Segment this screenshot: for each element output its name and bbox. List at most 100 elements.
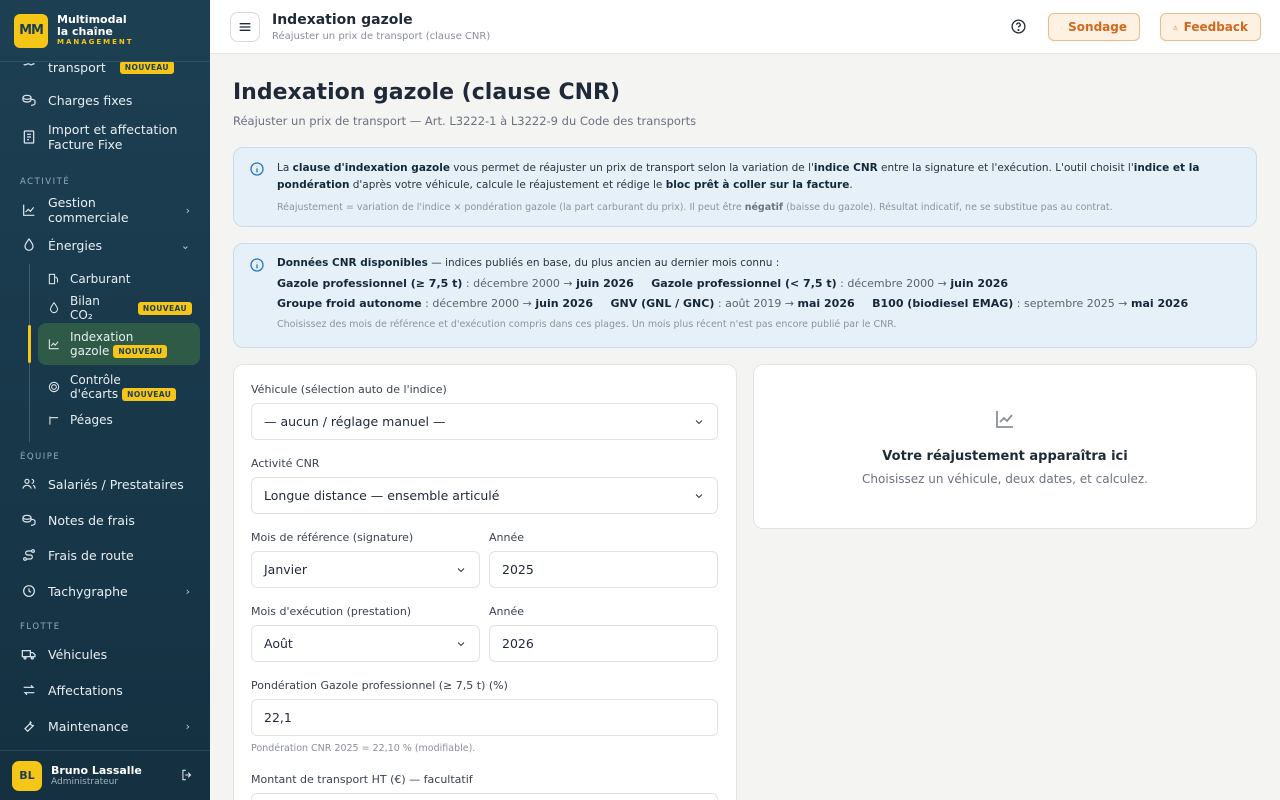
sidebar-item-label: Import et affectation bbox=[48, 122, 178, 137]
sidebar-item-label: Affectations bbox=[48, 682, 123, 698]
index-range: : août 2019 → bbox=[714, 297, 798, 311]
user-role: Administrateur bbox=[51, 776, 119, 787]
annee-exec-input[interactable]: 2026 bbox=[489, 625, 718, 662]
sondage-button[interactable]: Sondage bbox=[1048, 13, 1140, 41]
chevron-right-icon: › bbox=[185, 203, 190, 217]
sidebar-subitem-peages[interactable]: Péages bbox=[38, 408, 200, 432]
sidebar-item-label: Péages bbox=[70, 412, 113, 427]
sidebar-item-affectations[interactable]: Affectations bbox=[10, 677, 200, 703]
chevron-right-icon: › bbox=[185, 584, 190, 598]
chart-line-icon bbox=[20, 201, 38, 219]
sidebar-item-notes-frais[interactable]: Notes de frais bbox=[10, 507, 200, 533]
user-name: Bruno Lassalle bbox=[51, 763, 142, 777]
new-badge: NOUVEAU bbox=[122, 387, 177, 401]
menu-button[interactable] bbox=[230, 11, 260, 42]
brand-name-line2: la chaîne bbox=[57, 24, 113, 38]
new-badge: NOUVEAU bbox=[137, 301, 192, 315]
sidebar-subitem-controle-ecarts[interactable]: Contrôle d'écarts NOUVEAU bbox=[38, 369, 200, 405]
feedback-button[interactable]: Feedback bbox=[1160, 13, 1261, 41]
mois-ref-value: Janvier bbox=[264, 562, 307, 577]
sidebar-subitem-indexation-gazole[interactable]: Indexation gazole NOUVEAU bbox=[38, 323, 200, 365]
route-icon bbox=[20, 546, 38, 564]
logout-icon[interactable] bbox=[180, 767, 198, 785]
ponderation-value: 22,1 bbox=[264, 710, 292, 725]
brand[interactable]: MM Multimodal la chaîne MANAGEMENT bbox=[0, 0, 210, 62]
sidebar-subitem-carburant[interactable]: Carburant bbox=[38, 267, 200, 291]
sidebar-nav: transport NOUVEAU Charges fixes Import e… bbox=[0, 50, 210, 750]
info-text: . bbox=[849, 178, 853, 191]
sidebar-item-label: Facture Fixe bbox=[48, 137, 123, 152]
mois-ref-label: Mois de référence (signature) bbox=[251, 531, 414, 544]
sidebar-item-salaries[interactable]: Salariés / Prestataires bbox=[10, 471, 200, 497]
new-badge: NOUVEAU bbox=[113, 344, 168, 358]
index-last: juin 2026 bbox=[950, 276, 1009, 290]
annee-ref-input[interactable]: 2025 bbox=[489, 551, 718, 588]
sidebar-item-label: d'écarts bbox=[70, 387, 119, 401]
info-text: vous permet de réajuster un prix de tran… bbox=[449, 162, 814, 174]
annee-exec-value: 2026 bbox=[502, 636, 534, 651]
sidebar-subitem-bilan-co2[interactable]: Bilan CO₂ NOUVEAU bbox=[38, 294, 200, 322]
index-name: Groupe froid autonome bbox=[277, 297, 422, 311]
sidebar-item-label: Énergies bbox=[48, 237, 103, 253]
sidebar-item-label: Véhicules bbox=[48, 646, 108, 662]
chart-line-icon bbox=[993, 407, 1017, 435]
index-range: : septembre 2025 → bbox=[1013, 297, 1131, 311]
swap-icon bbox=[20, 681, 38, 699]
sidebar-item-label: Indexation bbox=[70, 329, 134, 344]
chevron-down-icon bbox=[693, 490, 705, 502]
user-panel: BL Bruno Lassalle Administrateur bbox=[0, 750, 210, 800]
sidebar-item-energies[interactable]: Énergies ⌄ bbox=[10, 232, 200, 258]
sidebar-item-gestion-commerciale[interactable]: Gestion commerciale › bbox=[10, 195, 200, 225]
coins-icon bbox=[20, 511, 38, 529]
section-label-equipe: ÉQUIPE bbox=[20, 452, 61, 462]
index-range: : décembre 2000 → bbox=[836, 276, 951, 290]
index-last: juin 2026 bbox=[535, 297, 594, 311]
chevron-down-icon bbox=[455, 638, 467, 650]
index-range: : décembre 2000 → bbox=[421, 297, 536, 311]
index-range: : décembre 2000 → bbox=[462, 276, 577, 290]
help-icon[interactable] bbox=[1010, 18, 1028, 36]
new-badge: NOUVEAU bbox=[119, 60, 174, 74]
avatar[interactable]: BL bbox=[12, 760, 42, 791]
info-note-bold: négatif bbox=[744, 201, 784, 213]
info-box-cnr-data: Données CNR disponibles — indices publié… bbox=[233, 243, 1257, 348]
fuel-pump-icon bbox=[46, 271, 62, 287]
cnr-data-note: Choisissez des mois de référence et d'ex… bbox=[277, 318, 897, 330]
info-bold: bloc prêt à coller sur la facture bbox=[665, 178, 850, 191]
hamburger-icon bbox=[239, 22, 251, 31]
active-indicator bbox=[28, 325, 31, 363]
toll-barrier-icon bbox=[46, 412, 62, 428]
cnr-indices-row-2: Groupe froid autonome : décembre 2000 → … bbox=[277, 295, 1240, 313]
chevron-down-icon bbox=[455, 564, 467, 576]
info-icon bbox=[249, 257, 265, 273]
chevron-down-icon: ⌄ bbox=[180, 238, 190, 252]
sidebar-item-vehicules[interactable]: Véhicules bbox=[10, 641, 200, 667]
section-label-flotte: FLOTTE bbox=[20, 622, 61, 632]
warning-icon bbox=[1173, 24, 1178, 29]
activite-label: Activité CNR bbox=[251, 457, 320, 470]
sidebar-item-maintenance[interactable]: Maintenance › bbox=[10, 713, 200, 739]
sidebar-item-label: Salariés / Prestataires bbox=[48, 476, 184, 492]
sidebar-item-tachygraphe[interactable]: Tachygraphe › bbox=[10, 578, 200, 604]
info-box-clause: La clause d'indexation gazole vous perme… bbox=[233, 147, 1257, 227]
chart-line-icon bbox=[46, 336, 62, 352]
montant-input[interactable] bbox=[251, 793, 718, 800]
montant-label: Montant de transport HT (€) — facultatif bbox=[251, 773, 473, 786]
truck-icon bbox=[20, 645, 38, 663]
chevron-right-icon: › bbox=[185, 719, 190, 733]
vehicule-select[interactable]: — aucun / réglage manuel — bbox=[251, 403, 718, 440]
coins-icon bbox=[20, 91, 38, 109]
info-bold: clause d'indexation gazole bbox=[292, 162, 450, 174]
mois-exec-select[interactable]: Août bbox=[251, 625, 480, 662]
ponderation-label: Pondération Gazole professionnel (≥ 7,5 … bbox=[251, 679, 508, 692]
ponderation-input[interactable]: 22,1 bbox=[251, 699, 718, 736]
activite-select[interactable]: Longue distance — ensemble articulé bbox=[251, 477, 718, 514]
mois-ref-select[interactable]: Janvier bbox=[251, 551, 480, 588]
wrench-icon bbox=[20, 717, 38, 735]
sidebar-item-import-facture[interactable]: Import et affectation Facture Fixe bbox=[10, 122, 200, 158]
sidebar-item-frais-route[interactable]: Frais de route bbox=[10, 542, 200, 568]
target-icon bbox=[46, 379, 62, 395]
sidebar-item-charges-fixes[interactable]: Charges fixes bbox=[10, 87, 200, 113]
index-last: mai 2026 bbox=[1131, 297, 1189, 311]
index-last: mai 2026 bbox=[797, 297, 855, 311]
